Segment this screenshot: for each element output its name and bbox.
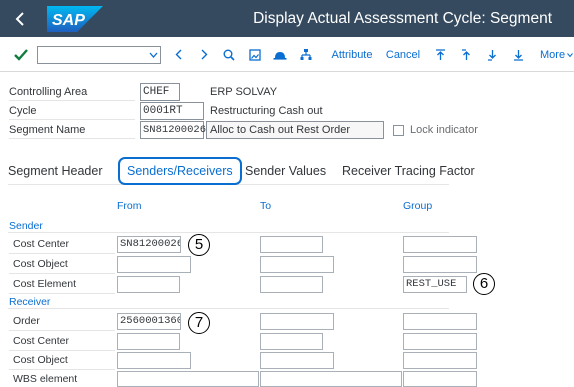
hierarchy-icon <box>300 48 312 60</box>
command-field-dropdown[interactable] <box>146 47 160 63</box>
receiver-cost-object-from[interactable] <box>117 352 191 369</box>
first-page-button[interactable] <box>432 37 448 72</box>
receiver-row-label: WBS element <box>9 370 115 387</box>
tab-strip: Segment Header Senders/Receivers Sender … <box>8 157 475 185</box>
controlling-area-label: Controlling Area <box>9 83 135 101</box>
sender-divider <box>8 232 449 233</box>
cycle-field[interactable]: 0001RT <box>140 102 204 120</box>
receiver-order-group[interactable] <box>403 313 477 330</box>
lock-indicator-checkbox[interactable] <box>393 125 404 136</box>
segment-name-field[interactable]: SN81200026 <box>140 121 206 139</box>
callout-7: 7 <box>188 312 210 334</box>
hat-icon <box>273 51 287 60</box>
lock-indicator-label: Lock indicator <box>410 124 478 136</box>
sender-row-label: Cost Center <box>9 235 115 254</box>
receiver-divider <box>8 308 449 309</box>
receiver-cost-object-group[interactable] <box>403 352 477 369</box>
hat-button[interactable] <box>270 37 290 72</box>
receiver-order-to[interactable] <box>260 313 334 330</box>
cycle-description: Restructuring Cash out <box>210 105 323 117</box>
next-page-icon <box>487 49 496 61</box>
tab-receiver-tracing-factor[interactable]: Receiver Tracing Factor <box>342 157 475 185</box>
sender-cost-object-to[interactable] <box>260 256 334 273</box>
chevron-down-icon <box>567 52 573 57</box>
last-page-button[interactable] <box>510 37 526 72</box>
previous-page-icon <box>461 48 470 60</box>
callout-6: 6 <box>473 273 495 295</box>
receiver-section-label: Receiver <box>9 296 51 308</box>
sender-section-label: Sender <box>9 220 43 232</box>
sender-cost-center-to[interactable] <box>260 236 323 253</box>
column-header-to: To <box>260 200 272 212</box>
sender-cost-element-from[interactable] <box>117 276 180 293</box>
sender-cost-center-from[interactable]: SN81200026 <box>117 236 181 253</box>
receiver-wbs-element-group[interactable] <box>403 371 477 387</box>
checkmark-icon <box>14 48 28 61</box>
cancel-label: Cancel <box>385 48 421 61</box>
attribute-label: Attribute <box>331 48 373 61</box>
segment-name-label: Segment Name <box>9 121 135 139</box>
receiver-cost-object-to[interactable] <box>260 352 334 369</box>
image-button[interactable] <box>246 37 264 72</box>
receiver-wbs-element-from[interactable] <box>117 371 259 387</box>
tab-senders-receivers[interactable]: Senders/Receivers <box>118 157 242 185</box>
sender-cost-object-group[interactable] <box>403 256 477 273</box>
callout-5: 5 <box>188 234 210 256</box>
first-page-icon <box>435 48 445 60</box>
cycle-label: Cycle <box>9 102 135 120</box>
segment-name-row: Segment Name SN81200026 Alloc to Cash ou… <box>0 121 574 139</box>
controlling-area-description: ERP SOLVAY <box>210 86 278 98</box>
sender-cost-element-to[interactable] <box>260 276 323 293</box>
receiver-order-from[interactable]: 2560001360 <box>117 313 181 330</box>
shell-bar: SAP Display Actual Assessment Cycle: Seg… <box>0 0 574 37</box>
next-button[interactable] <box>196 37 212 72</box>
receiver-row-label: Cost Center <box>9 332 115 351</box>
previous-button[interactable] <box>170 37 186 72</box>
enter-button[interactable] <box>10 37 32 72</box>
next-page-button[interactable] <box>484 37 500 72</box>
chevron-left-icon <box>175 49 181 60</box>
more-button[interactable]: More <box>540 37 574 72</box>
cycle-row: Cycle 0001RT Restructuring Cash out <box>0 102 574 120</box>
attribute-button[interactable]: Attribute <box>330 37 374 72</box>
receiver-row-label: Cost Object <box>9 351 115 370</box>
receiver-cost-center-to[interactable] <box>260 333 323 350</box>
sender-cost-element-group[interactable]: REST_USE <box>403 276 467 293</box>
chevron-right-icon <box>201 49 207 60</box>
search-icon <box>223 49 235 61</box>
sender-row-label: Cost Object <box>9 255 115 274</box>
hierarchy-button[interactable] <box>296 37 316 72</box>
command-field[interactable] <box>37 46 161 64</box>
controlling-area-field[interactable]: CHEF <box>140 83 180 101</box>
sender-cost-center-group[interactable] <box>403 236 477 253</box>
segment-name-description[interactable]: Alloc to Cash out Rest Order <box>206 121 384 139</box>
more-label: More <box>540 48 566 61</box>
tab-sender-values[interactable]: Sender Values <box>245 157 326 185</box>
picture-icon <box>249 48 261 61</box>
controlling-area-row: Controlling Area CHEF ERP SOLVAY <box>0 83 574 101</box>
column-header-from: From <box>117 200 142 212</box>
sender-row-label: Cost Element <box>9 275 115 294</box>
last-page-icon <box>513 49 523 61</box>
page-title: Display Actual Assessment Cycle: Segment <box>253 10 552 27</box>
previous-page-button[interactable] <box>458 37 474 72</box>
cancel-button[interactable]: Cancel <box>384 37 422 72</box>
tab-segment-header[interactable]: Segment Header <box>8 157 103 185</box>
column-header-group: Group <box>403 200 433 212</box>
receiver-wbs-element-to[interactable] <box>260 371 402 387</box>
find-button[interactable] <box>220 37 238 72</box>
receiver-row-label: Order <box>9 312 115 331</box>
receiver-cost-center-group[interactable] <box>403 333 477 350</box>
chevron-down-icon <box>149 52 157 58</box>
toolbar: Attribute Cancel More <box>0 37 574 72</box>
receiver-cost-center-from[interactable] <box>117 333 180 350</box>
sender-cost-object-from[interactable] <box>117 256 191 273</box>
